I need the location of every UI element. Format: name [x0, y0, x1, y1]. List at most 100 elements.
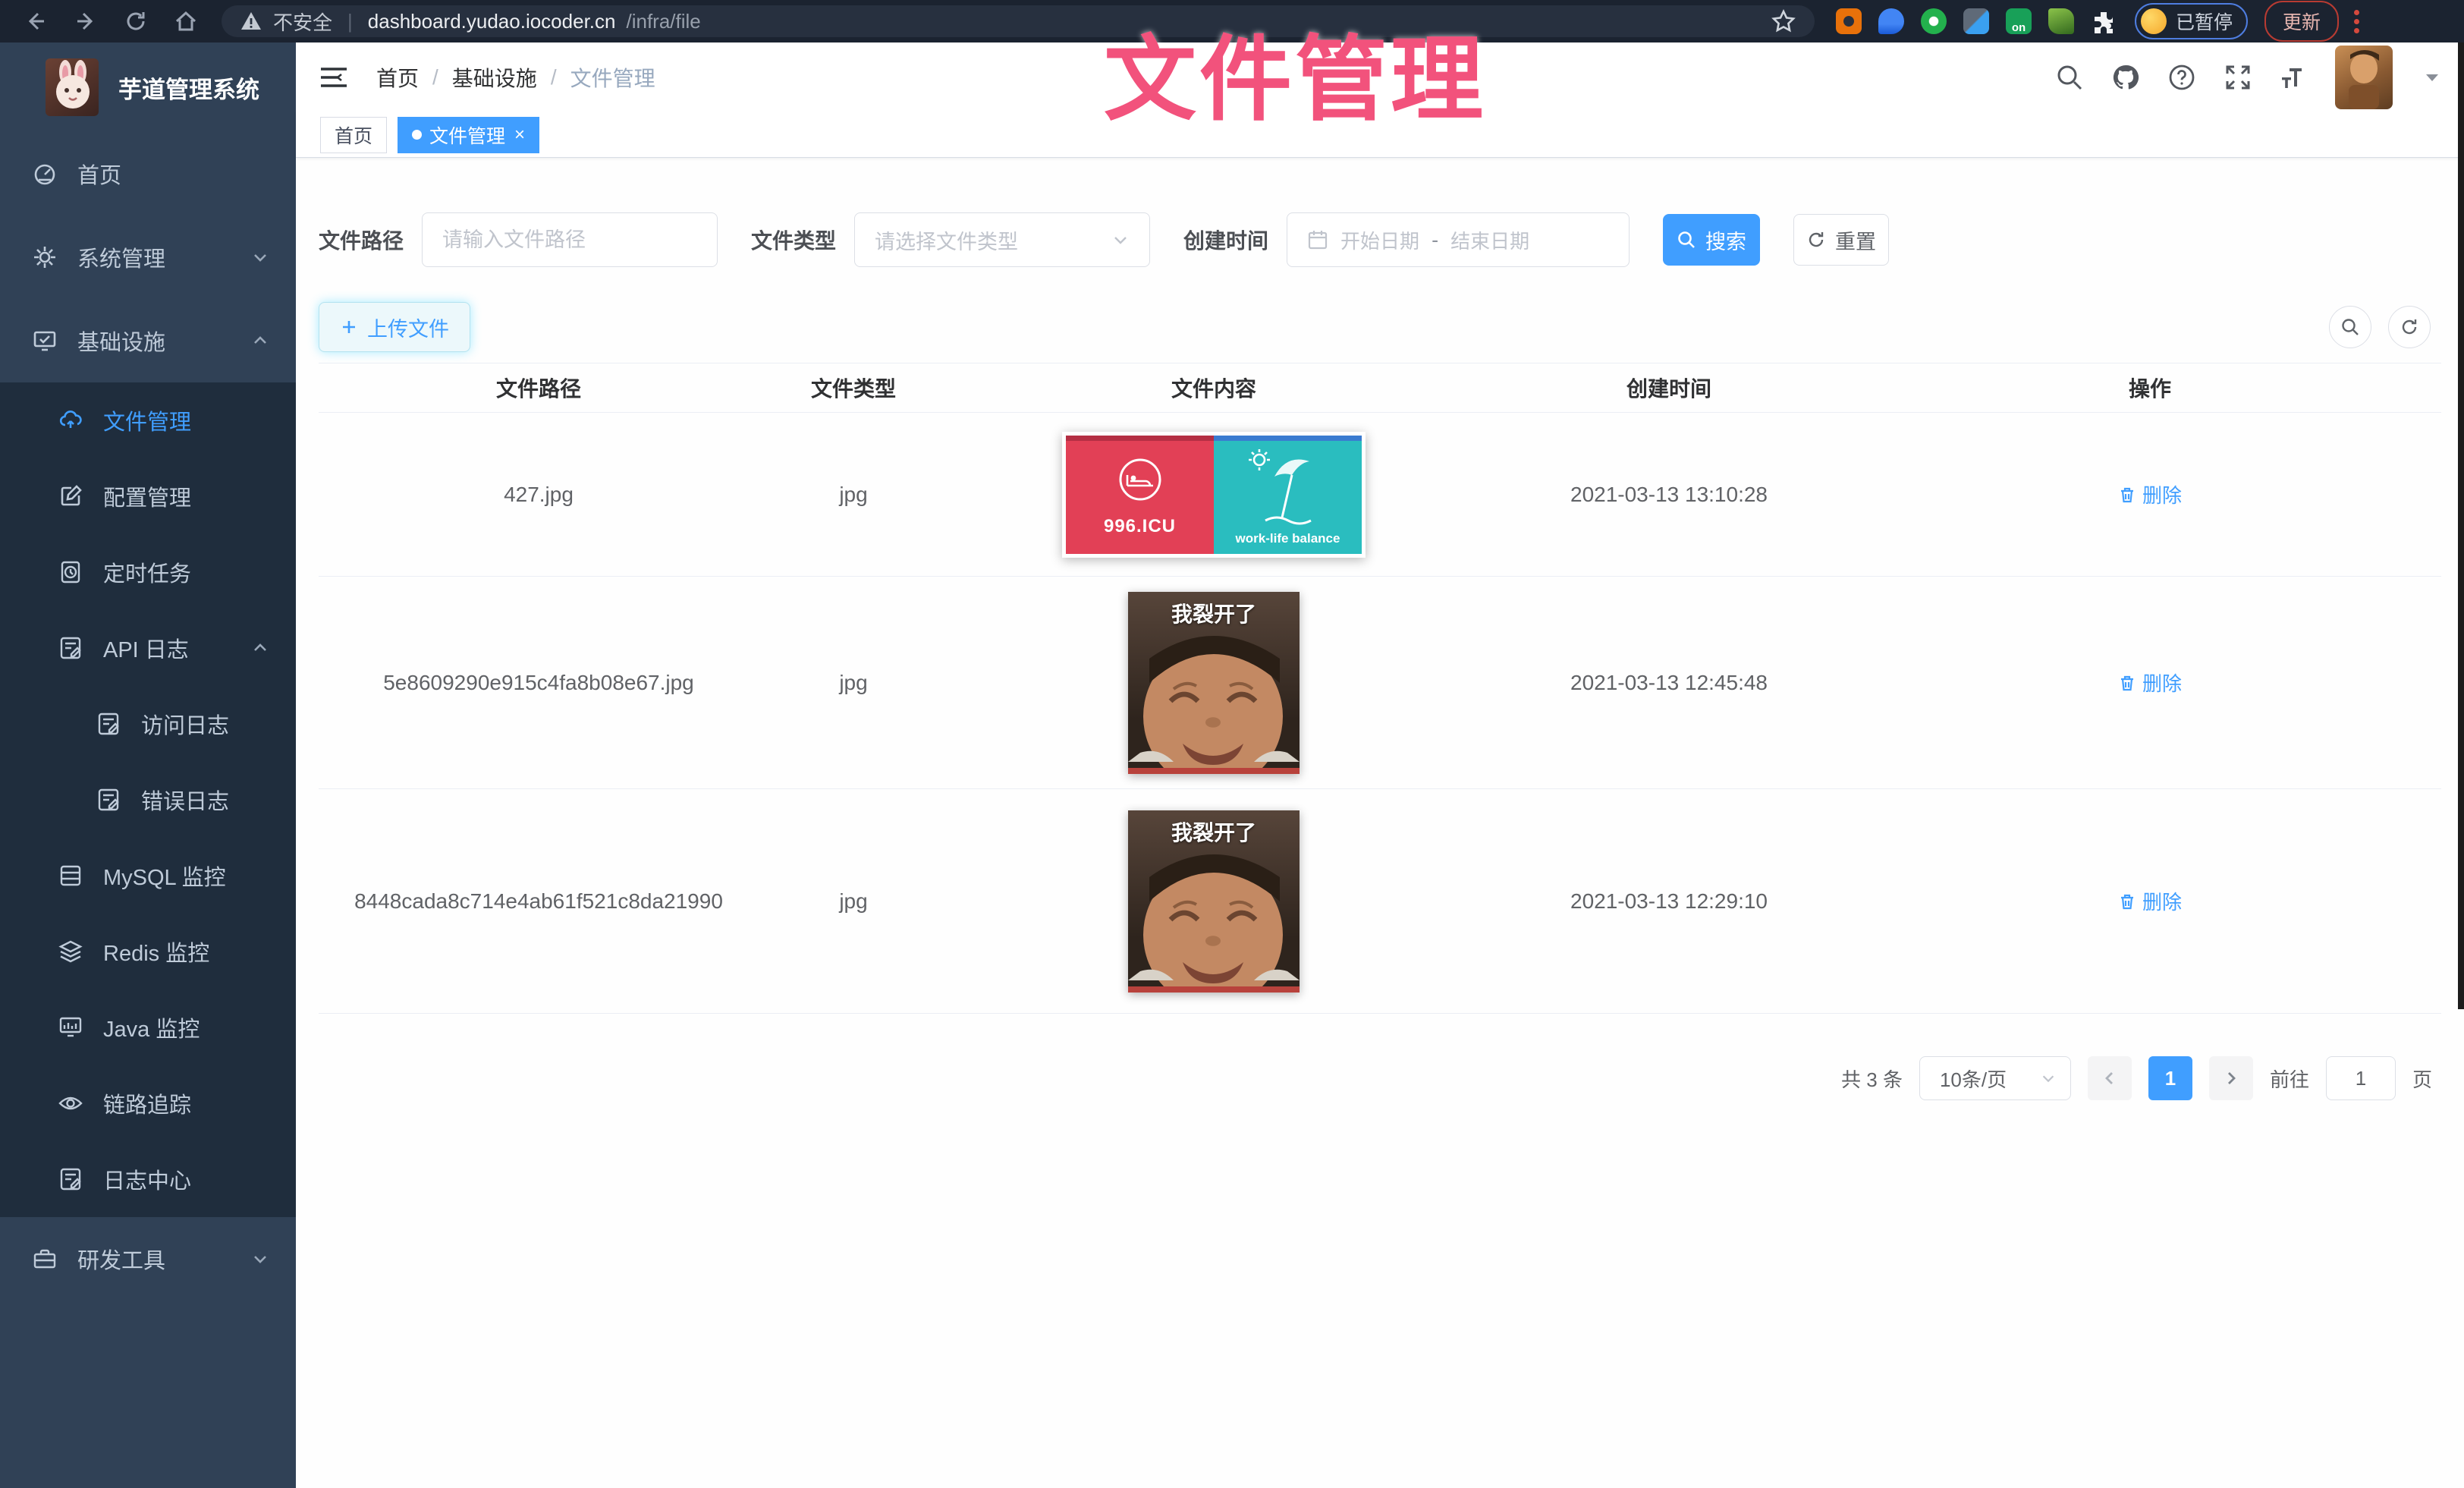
sidebar-item-redis-monitor[interactable]: Redis 监控: [0, 914, 296, 989]
search-button[interactable]: 搜索: [1663, 214, 1760, 266]
annotation-overlay-text: 文件管理: [1104, 5, 1486, 139]
tag-label: 文件管理: [429, 121, 505, 149]
upload-file-button[interactable]: 上传文件: [319, 302, 470, 352]
extension-green-circle-icon[interactable]: [1921, 8, 1947, 34]
filter-form: 文件路径 文件类型 请选择文件类型 创建时间 开始日期 - 结束日期: [319, 212, 2441, 267]
browser-home-icon[interactable]: [173, 8, 199, 34]
chevron-up-icon: [250, 331, 270, 351]
sidebar-item-api-log[interactable]: API 日志: [0, 610, 296, 686]
reset-button[interactable]: 重置: [1793, 214, 1889, 266]
warning-icon: [240, 10, 262, 33]
sidebar-item-access-log[interactable]: 访问日志: [0, 686, 296, 762]
extension-gear-icon[interactable]: [1836, 8, 1862, 34]
log-edit-icon: [96, 711, 121, 737]
meme-caption: 我裂开了: [1171, 598, 1256, 628]
date-end-placeholder[interactable]: 结束日期: [1450, 226, 1529, 254]
file-preview-crying-baby[interactable]: 我裂开了: [1128, 810, 1300, 993]
date-separator: -: [1432, 228, 1438, 252]
log-edit-icon: [58, 1166, 83, 1192]
sidebar-item-label: 定时任务: [103, 556, 191, 588]
hamburger-icon[interactable]: [319, 64, 349, 90]
file-path-input-field[interactable]: [442, 228, 697, 252]
address-separator: |: [347, 10, 353, 33]
sidebar-item-system[interactable]: 系统管理: [0, 215, 296, 299]
extension-on-badge-icon[interactable]: on: [2006, 8, 2032, 34]
font-size-icon[interactable]: [2279, 62, 2309, 93]
col-file-path: 文件路径: [496, 373, 581, 403]
extension-puzzle-icon[interactable]: [2091, 8, 2117, 34]
profile-paused-pill[interactable]: 已暂停: [2135, 3, 2248, 39]
fullscreen-icon[interactable]: [2223, 62, 2253, 93]
breadcrumb-home[interactable]: 首页: [376, 62, 419, 93]
browser-forward-icon[interactable]: [73, 8, 99, 34]
date-range-picker[interactable]: 开始日期 - 结束日期: [1287, 212, 1630, 267]
extension-grid-icon[interactable]: [1963, 8, 1989, 34]
create-time-label: 创建时间: [1183, 225, 1268, 255]
search-icon[interactable]: [2054, 62, 2085, 93]
sidebar-item-mysql-monitor[interactable]: MySQL 监控: [0, 838, 296, 914]
sidebar-item-java-monitor[interactable]: Java 监控: [0, 989, 296, 1065]
date-start-placeholder[interactable]: 开始日期: [1340, 226, 1419, 254]
file-type-select[interactable]: 请选择文件类型: [854, 212, 1150, 267]
app-title: 芋道管理系统: [118, 71, 259, 105]
sidebar-item-home[interactable]: 首页: [0, 132, 296, 215]
delete-button[interactable]: 删除: [2118, 887, 2182, 915]
user-avatar[interactable]: [2335, 46, 2393, 109]
browser-menu-icon[interactable]: [2354, 10, 2359, 33]
delete-button[interactable]: 删除: [2118, 668, 2182, 697]
chevron-down-icon: [1111, 231, 1130, 249]
help-icon[interactable]: [2167, 62, 2197, 93]
monitor-check-icon: [32, 328, 58, 354]
sidebar-item-label: 系统管理: [77, 241, 165, 273]
tag-home[interactable]: 首页: [320, 117, 387, 153]
breadcrumb-separator: /: [432, 65, 438, 90]
sidebar-item-tracing[interactable]: 链路追踪: [0, 1065, 296, 1141]
next-page-button[interactable]: [2209, 1056, 2253, 1100]
cell-created-time: 2021-03-13 12:45:48: [1479, 671, 1859, 695]
address-bar[interactable]: 不安全 | dashboard.yudao.iocoder.cn/infra/f…: [222, 5, 1815, 37]
browser-update-button[interactable]: 更新: [2264, 1, 2339, 42]
sidebar-item-infra[interactable]: 基础设施: [0, 299, 296, 382]
delete-label: 删除: [2142, 887, 2182, 915]
file-preview-crying-baby[interactable]: 我裂开了: [1128, 592, 1300, 774]
sidebar-item-label: Java 监控: [103, 1011, 200, 1043]
prev-page-button[interactable]: [2088, 1056, 2132, 1100]
security-label[interactable]: 不安全: [273, 8, 332, 36]
baby-face-illustration: [1128, 622, 1300, 774]
close-icon[interactable]: ×: [514, 124, 525, 146]
delete-button[interactable]: 删除: [2118, 480, 2182, 508]
upload-button-label: 上传文件: [367, 313, 449, 342]
bookmark-star-icon[interactable]: [1771, 8, 1796, 34]
sidebar-item-error-log[interactable]: 错误日志: [0, 762, 296, 838]
browser-back-icon[interactable]: [23, 8, 49, 34]
extension-leaf-icon[interactable]: [2048, 8, 2074, 34]
url-path[interactable]: /infra/file: [626, 10, 700, 33]
dashboard-icon: [32, 161, 58, 187]
search-button-label: 搜索: [1705, 225, 1746, 255]
sidebar-item-log-center[interactable]: 日志中心: [0, 1141, 296, 1217]
browser-refresh-icon[interactable]: [123, 8, 149, 34]
sidebar-logo-row[interactable]: 芋道管理系统: [0, 42, 296, 132]
table-row: 427.jpg jpg 996.ICU work-life balance: [319, 413, 2441, 577]
breadcrumb-infra[interactable]: 基础设施: [452, 62, 537, 93]
tag-file-management[interactable]: 文件管理 ×: [398, 117, 539, 153]
file-path-input[interactable]: [422, 212, 718, 267]
url-host[interactable]: dashboard.yudao.iocoder.cn: [368, 10, 616, 33]
cell-file-path: 8448cada8c714e4ab61f521c8da21990: [319, 889, 759, 914]
chevron-down-icon: [2040, 1070, 2057, 1087]
page-scrollbar[interactable]: [2458, 42, 2464, 1009]
sidebar-item-file-management[interactable]: 文件管理: [0, 382, 296, 458]
extension-pin-icon[interactable]: [1878, 8, 1904, 34]
file-preview-996icu-banner[interactable]: 996.ICU work-life balance: [1062, 432, 1366, 558]
sidebar-item-dev-tools[interactable]: 研发工具: [0, 1217, 296, 1301]
goto-page-input[interactable]: [2326, 1056, 2396, 1100]
paused-label: 已暂停: [2176, 8, 2233, 35]
sidebar-item-scheduled-jobs[interactable]: 定时任务: [0, 534, 296, 610]
caret-down-icon[interactable]: [2423, 68, 2441, 87]
page-size-select[interactable]: 10条/页: [1919, 1056, 2071, 1100]
github-icon[interactable]: [2110, 62, 2141, 93]
toggle-search-button[interactable]: [2329, 306, 2371, 348]
refresh-table-button[interactable]: [2388, 306, 2431, 348]
sidebar-item-config[interactable]: 配置管理: [0, 458, 296, 534]
page-number-1[interactable]: 1: [2148, 1056, 2192, 1100]
